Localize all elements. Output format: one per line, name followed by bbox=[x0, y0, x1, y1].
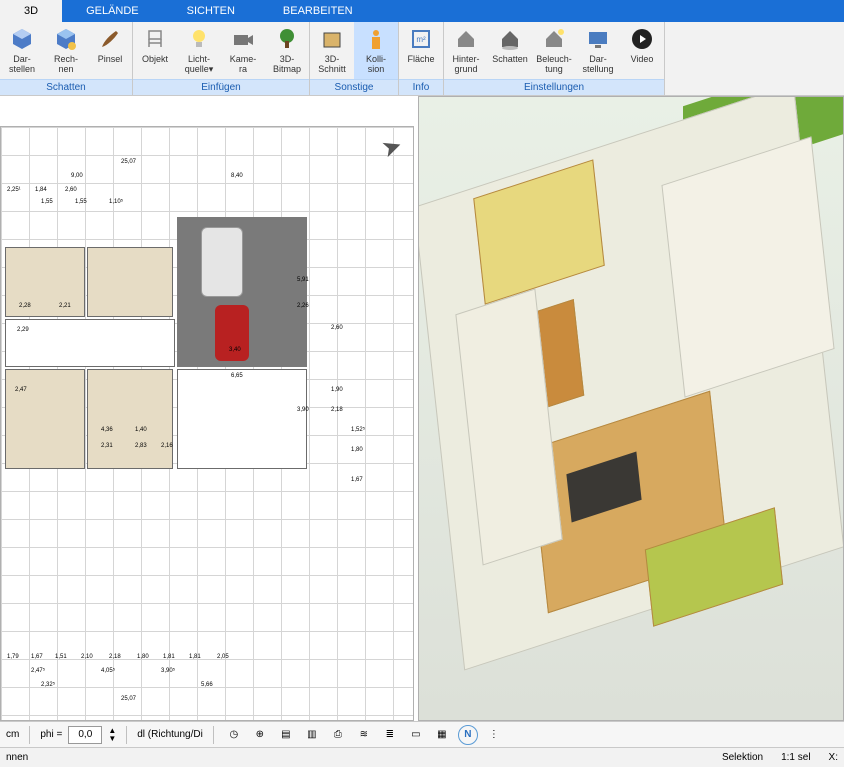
lightbulb-icon bbox=[186, 26, 212, 52]
status-coord: X: bbox=[829, 752, 838, 763]
section-icon bbox=[319, 26, 345, 52]
beleuchtung-button[interactable]: Beleuch-tung bbox=[532, 22, 576, 79]
phi-stepper[interactable]: ▲▼ bbox=[108, 727, 116, 743]
house-shadow-icon bbox=[497, 26, 523, 52]
tool-layers1-icon[interactable]: ▤ bbox=[276, 725, 296, 745]
ribbon-group-einstellungen: Hinter-grund Schatten Beleuch-tung Dar-s… bbox=[444, 22, 665, 95]
3d-schnitt-button[interactable]: 3D-Schnitt bbox=[310, 22, 354, 79]
hintergrund-button[interactable]: Hinter-grund bbox=[444, 22, 488, 79]
group-label-einfuegen: Einfügen bbox=[133, 79, 309, 95]
ribbon-group-info: m² Fläche Info bbox=[399, 22, 444, 95]
unit-label: cm bbox=[6, 729, 19, 740]
rechnen-button[interactable]: Rech-nen bbox=[44, 22, 88, 79]
ribbon-group-sonstige: 3D-Schnitt Kolli-sion Sonstige bbox=[310, 22, 399, 95]
room-2 bbox=[87, 247, 173, 317]
person-icon bbox=[363, 26, 389, 52]
play-icon bbox=[629, 26, 655, 52]
kollision-button[interactable]: Kolli-sion bbox=[354, 22, 398, 79]
tab-bearbeiten[interactable]: BEARBEITEN bbox=[259, 0, 377, 22]
ribbon-group-schatten: Dar-stellen Rech-nen Pinsel Schatten bbox=[0, 22, 133, 95]
chair-icon bbox=[142, 26, 168, 52]
tool-grid-icon[interactable]: ▦ bbox=[432, 725, 452, 745]
room-1 bbox=[5, 247, 85, 317]
hallway bbox=[5, 319, 175, 367]
view-toolbar: cm phi = ▲▼ dl (Richtung/Di ◷ ⊕ ▤ ▥ ⎙ ≋ … bbox=[0, 721, 844, 747]
area-icon: m² bbox=[408, 26, 434, 52]
room-3 bbox=[5, 369, 85, 469]
cube-icon bbox=[9, 26, 35, 52]
tab-3d[interactable]: 3D bbox=[0, 0, 62, 22]
house-light-icon bbox=[541, 26, 567, 52]
lichtquelle-button[interactable]: Licht-quelle▾ bbox=[177, 22, 221, 79]
brush-icon bbox=[97, 26, 123, 52]
tool-stack1-icon[interactable]: ≋ bbox=[354, 725, 374, 745]
status-hint: nnen bbox=[6, 752, 28, 763]
tab-gelaende[interactable]: GELÄNDE bbox=[62, 0, 163, 22]
tool-layers2-icon[interactable]: ▥ bbox=[302, 725, 322, 745]
group-label-info: Info bbox=[399, 79, 443, 95]
camera-icon bbox=[230, 26, 256, 52]
dl-label: dl (Richtung/Di bbox=[137, 729, 203, 740]
tool-clock-icon[interactable]: ◷ bbox=[224, 725, 244, 745]
flaeche-button[interactable]: m² Fläche bbox=[399, 22, 443, 79]
svg-text:m²: m² bbox=[416, 35, 426, 44]
3d-render-view[interactable] bbox=[418, 96, 844, 721]
group-label-einstellungen: Einstellungen bbox=[444, 79, 664, 95]
pinsel-button[interactable]: Pinsel bbox=[88, 22, 132, 79]
schatten2-button[interactable]: Schatten bbox=[488, 22, 532, 79]
status-selection: Selektion bbox=[722, 752, 763, 763]
status-bar: nnen Selektion 1:1 sel X: bbox=[0, 747, 844, 767]
video-button[interactable]: Video bbox=[620, 22, 664, 79]
kamera-button[interactable]: Kame-ra bbox=[221, 22, 265, 79]
room-4 bbox=[87, 369, 173, 469]
phi-input[interactable] bbox=[68, 726, 102, 744]
objekt-button[interactable]: Objekt bbox=[133, 22, 177, 79]
tab-sichten[interactable]: SICHTEN bbox=[163, 0, 259, 22]
tree-icon bbox=[274, 26, 300, 52]
darstellung-button[interactable]: Dar-stellung bbox=[576, 22, 620, 79]
tool-stack2-icon[interactable]: ≣ bbox=[380, 725, 400, 745]
monitor-icon bbox=[585, 26, 611, 52]
phi-label: phi = bbox=[40, 729, 62, 740]
iso-scene bbox=[419, 97, 843, 720]
ribbon-group-einfuegen: Objekt Licht-quelle▾ Kame-ra 3D-Bitmap E… bbox=[133, 22, 310, 95]
ribbon: Dar-stellen Rech-nen Pinsel Schatten Obj… bbox=[0, 22, 844, 96]
room-5 bbox=[177, 369, 307, 469]
car-white bbox=[201, 227, 243, 297]
main-tab-strip: 3D GELÄNDE SICHTEN BEARBEITEN bbox=[0, 0, 844, 22]
status-scale: 1:1 sel bbox=[781, 752, 810, 763]
group-label-sonstige: Sonstige bbox=[310, 79, 398, 95]
house-bg-icon bbox=[453, 26, 479, 52]
tool-more-icon[interactable]: ⋮ bbox=[484, 725, 504, 745]
cube-calc-icon bbox=[53, 26, 79, 52]
workspace: ➤ 25,07 9,00 8,40 2,25¹ 1,84 2,60 1,55 1… bbox=[0, 96, 844, 721]
tool-target-icon[interactable]: ⊕ bbox=[250, 725, 270, 745]
group-label-schatten: Schatten bbox=[0, 79, 132, 95]
3d-bitmap-button[interactable]: 3D-Bitmap bbox=[265, 22, 309, 79]
tool-sheet-icon[interactable]: ▭ bbox=[406, 725, 426, 745]
tool-n-icon[interactable]: N bbox=[458, 725, 478, 745]
tool-print-icon[interactable]: ⎙ bbox=[328, 725, 348, 745]
darstellen-button[interactable]: Dar-stellen bbox=[0, 22, 44, 79]
2d-plan-view[interactable]: ➤ 25,07 9,00 8,40 2,25¹ 1,84 2,60 1,55 1… bbox=[0, 126, 414, 721]
